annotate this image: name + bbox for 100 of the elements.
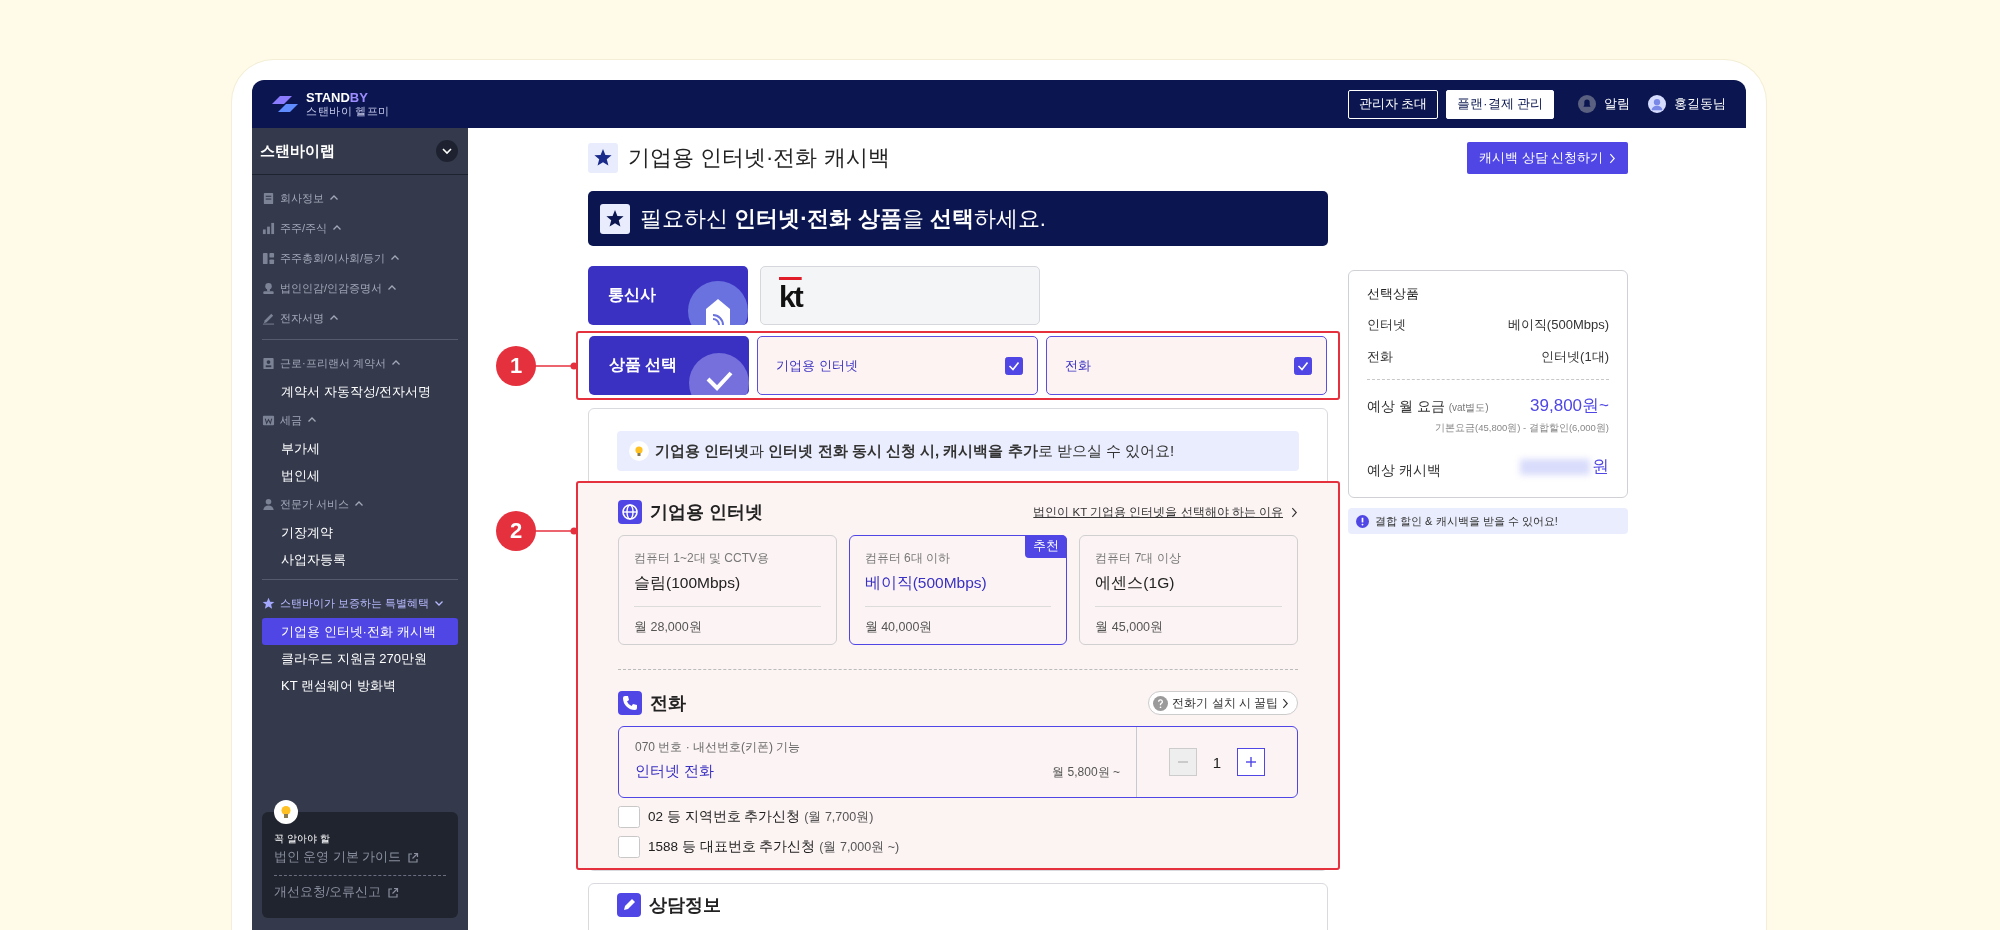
annotation-marker: 2 xyxy=(496,511,536,551)
menu-group-label[interactable]: 법인인감/인감증명서 xyxy=(280,280,383,296)
monthly-fee: 39,800원~ xyxy=(1530,395,1609,417)
product-label: 기업용 인터넷 xyxy=(776,356,858,375)
checkbox[interactable] xyxy=(1294,356,1312,375)
checkbox[interactable] xyxy=(1005,356,1023,375)
external-link-icon[interactable] xyxy=(387,886,400,899)
section-title: 전화 xyxy=(650,692,687,715)
menu-item[interactable]: 부가세 xyxy=(262,435,458,462)
menu-group-label[interactable]: 회사정보 xyxy=(280,190,324,206)
alert-text: 결합 할인 & 캐시백을 받을 수 있어요! xyxy=(1375,513,1558,529)
banner-text: 필요하신 인터넷·전화 상품을 선택하세요. xyxy=(640,204,1046,233)
logo-accent: BY xyxy=(349,90,368,105)
consult-button[interactable]: 캐시백 상담 신청하기 xyxy=(1467,142,1628,174)
check-icon xyxy=(689,351,749,395)
addon-label: 1588 등 대표번호 추가신청 xyxy=(648,838,816,856)
plan-card[interactable]: 컴퓨터 7대 이상 에센스(1G) 월 45,000원 xyxy=(1079,535,1298,645)
plan-description: 컴퓨터 7대 이상 xyxy=(1095,550,1182,567)
product-label: 전화 xyxy=(1065,356,1091,375)
plan-name: 베이직(500Mbps) xyxy=(864,573,1052,607)
grid-icon xyxy=(262,251,275,265)
tip-button[interactable]: 전화기 설치 시 꿀팁 xyxy=(1148,691,1298,715)
tax-icon xyxy=(262,413,275,427)
vat-note: (vat별도) xyxy=(1448,402,1489,413)
help-caption: 꼭 알아야 할 xyxy=(274,832,331,846)
plus-button[interactable] xyxy=(1237,748,1266,776)
chevron-right-icon[interactable] xyxy=(1291,506,1298,518)
annotation-marker: 1 xyxy=(496,345,536,386)
avatar-icon[interactable] xyxy=(1648,95,1666,113)
logo-text: STAND xyxy=(306,90,350,105)
stamp-icon xyxy=(262,281,275,295)
person-icon xyxy=(262,497,275,511)
warning-icon xyxy=(1356,514,1369,528)
user-name[interactable]: 홍길동님 xyxy=(1674,95,1726,113)
external-link-icon[interactable] xyxy=(407,851,420,864)
page-title: 기업용 인터넷·전화 캐시백 xyxy=(628,144,890,172)
menu-item[interactable]: 기장계약 xyxy=(262,519,458,546)
menu-item[interactable]: 법인세 xyxy=(262,462,458,489)
pen-icon xyxy=(262,311,275,325)
workspace-name: 스탠바이랩 xyxy=(260,141,335,161)
chevron-right-icon xyxy=(1282,697,1289,709)
option-price: 월 5,800원 ~ xyxy=(1052,764,1120,781)
product-option[interactable]: 전화 xyxy=(1046,336,1327,395)
menu-item[interactable]: KT 랜섬웨어 방화벽 xyxy=(262,672,458,699)
cashback-label: 예상 캐시백 xyxy=(1367,461,1441,480)
menu-item[interactable]: 사업자등록 xyxy=(262,546,458,573)
plan-price: 월 28,000원 xyxy=(634,619,703,636)
plus-icon xyxy=(1245,756,1258,768)
plan-card[interactable]: 추천 컴퓨터 6대 이하 베이직(500Mbps) 월 40,000원 xyxy=(848,535,1068,645)
header-button[interactable]: 관리자 초대 xyxy=(1347,89,1439,119)
section-title: 상담정보 xyxy=(649,894,722,917)
plan-price: 월 40,000원 xyxy=(864,619,934,636)
menu-group-label[interactable]: 주주총회/이사회/등기 xyxy=(280,250,386,266)
recommended-badge: 추천 xyxy=(1025,535,1068,558)
menu-group-label[interactable]: 세금 xyxy=(280,412,302,428)
menu-group-label[interactable]: 전자서명 xyxy=(280,310,324,326)
quantity-value: 1 xyxy=(1212,753,1222,771)
info-link[interactable]: 법인이 KT 기업용 인터넷을 선택해야 하는 이유 xyxy=(1033,504,1283,520)
plan-name: 에센스(1G) xyxy=(1095,573,1282,607)
globe-icon xyxy=(618,500,642,524)
notification-label[interactable]: 알림 xyxy=(1604,95,1630,113)
step-label: 통신사 xyxy=(608,285,656,305)
star-icon xyxy=(262,596,275,610)
option-name: 인터넷 전화 xyxy=(635,762,715,781)
lightbulb-icon xyxy=(629,441,649,461)
menu-item[interactable]: 기업용 인터넷·전화 캐시백 xyxy=(262,618,458,645)
menu-item[interactable]: 계약서 자동작성/전자서명 xyxy=(262,378,458,405)
addon-price: (월 7,000원 ~) xyxy=(819,838,900,856)
chevron-icon[interactable] xyxy=(436,140,458,162)
chart-icon xyxy=(262,221,275,235)
cashback-unit: 원 xyxy=(1592,456,1609,478)
menu-group-label[interactable]: 전문가 서비스 xyxy=(280,496,350,512)
summary-label: 인터넷 xyxy=(1367,316,1406,334)
document-icon xyxy=(262,191,275,205)
redacted-value xyxy=(1520,459,1590,475)
product-option[interactable]: 기업용 인터넷 xyxy=(757,336,1038,395)
carrier-field[interactable]: kt xyxy=(760,266,1040,325)
help-link[interactable]: 법인 운영 기본 가이드 xyxy=(274,849,402,866)
menu-item[interactable]: 클라우드 지원금 270만원 xyxy=(262,645,458,672)
summary-label: 전화 xyxy=(1367,348,1393,366)
bell-icon[interactable] xyxy=(1578,95,1596,113)
section-title: 기업용 인터넷 xyxy=(650,501,764,524)
step-label: 상품 선택 xyxy=(609,355,678,375)
plan-price: 월 45,000원 xyxy=(1095,619,1165,636)
chevron-right-icon xyxy=(1609,152,1616,164)
phone-icon xyxy=(618,691,642,715)
chevron-icon[interactable] xyxy=(434,598,445,608)
header-button[interactable]: 플랜·결제 관리 xyxy=(1446,89,1554,119)
carrier-logo: kt xyxy=(779,279,802,314)
fee-breakdown: 기본요금(45,800원) - 결합할인(6,000원) xyxy=(1435,422,1609,435)
menu-group-label[interactable]: 스탠바이가 보증하는 특별혜택 xyxy=(280,595,430,611)
plan-card[interactable]: 컴퓨터 1~2대 및 CCTV용 슬림(100Mbps) 월 28,000원 xyxy=(618,535,837,645)
help-link[interactable]: 개선요청/오류신고 xyxy=(274,884,382,901)
plan-description: 컴퓨터 1~2대 및 CCTV용 xyxy=(634,550,771,567)
menu-group-label[interactable]: 근로·프리랜서 계약서 xyxy=(280,355,386,371)
menu-group-label[interactable]: 주주/주식 xyxy=(280,220,328,236)
summary-title: 선택상품 xyxy=(1367,285,1420,303)
addon-price: (월 7,700원) xyxy=(804,808,874,826)
option-description: 070 번호 · 내선번호(키폰) 기능 xyxy=(635,739,802,756)
plan-description: 컴퓨터 6대 이하 xyxy=(864,550,951,567)
